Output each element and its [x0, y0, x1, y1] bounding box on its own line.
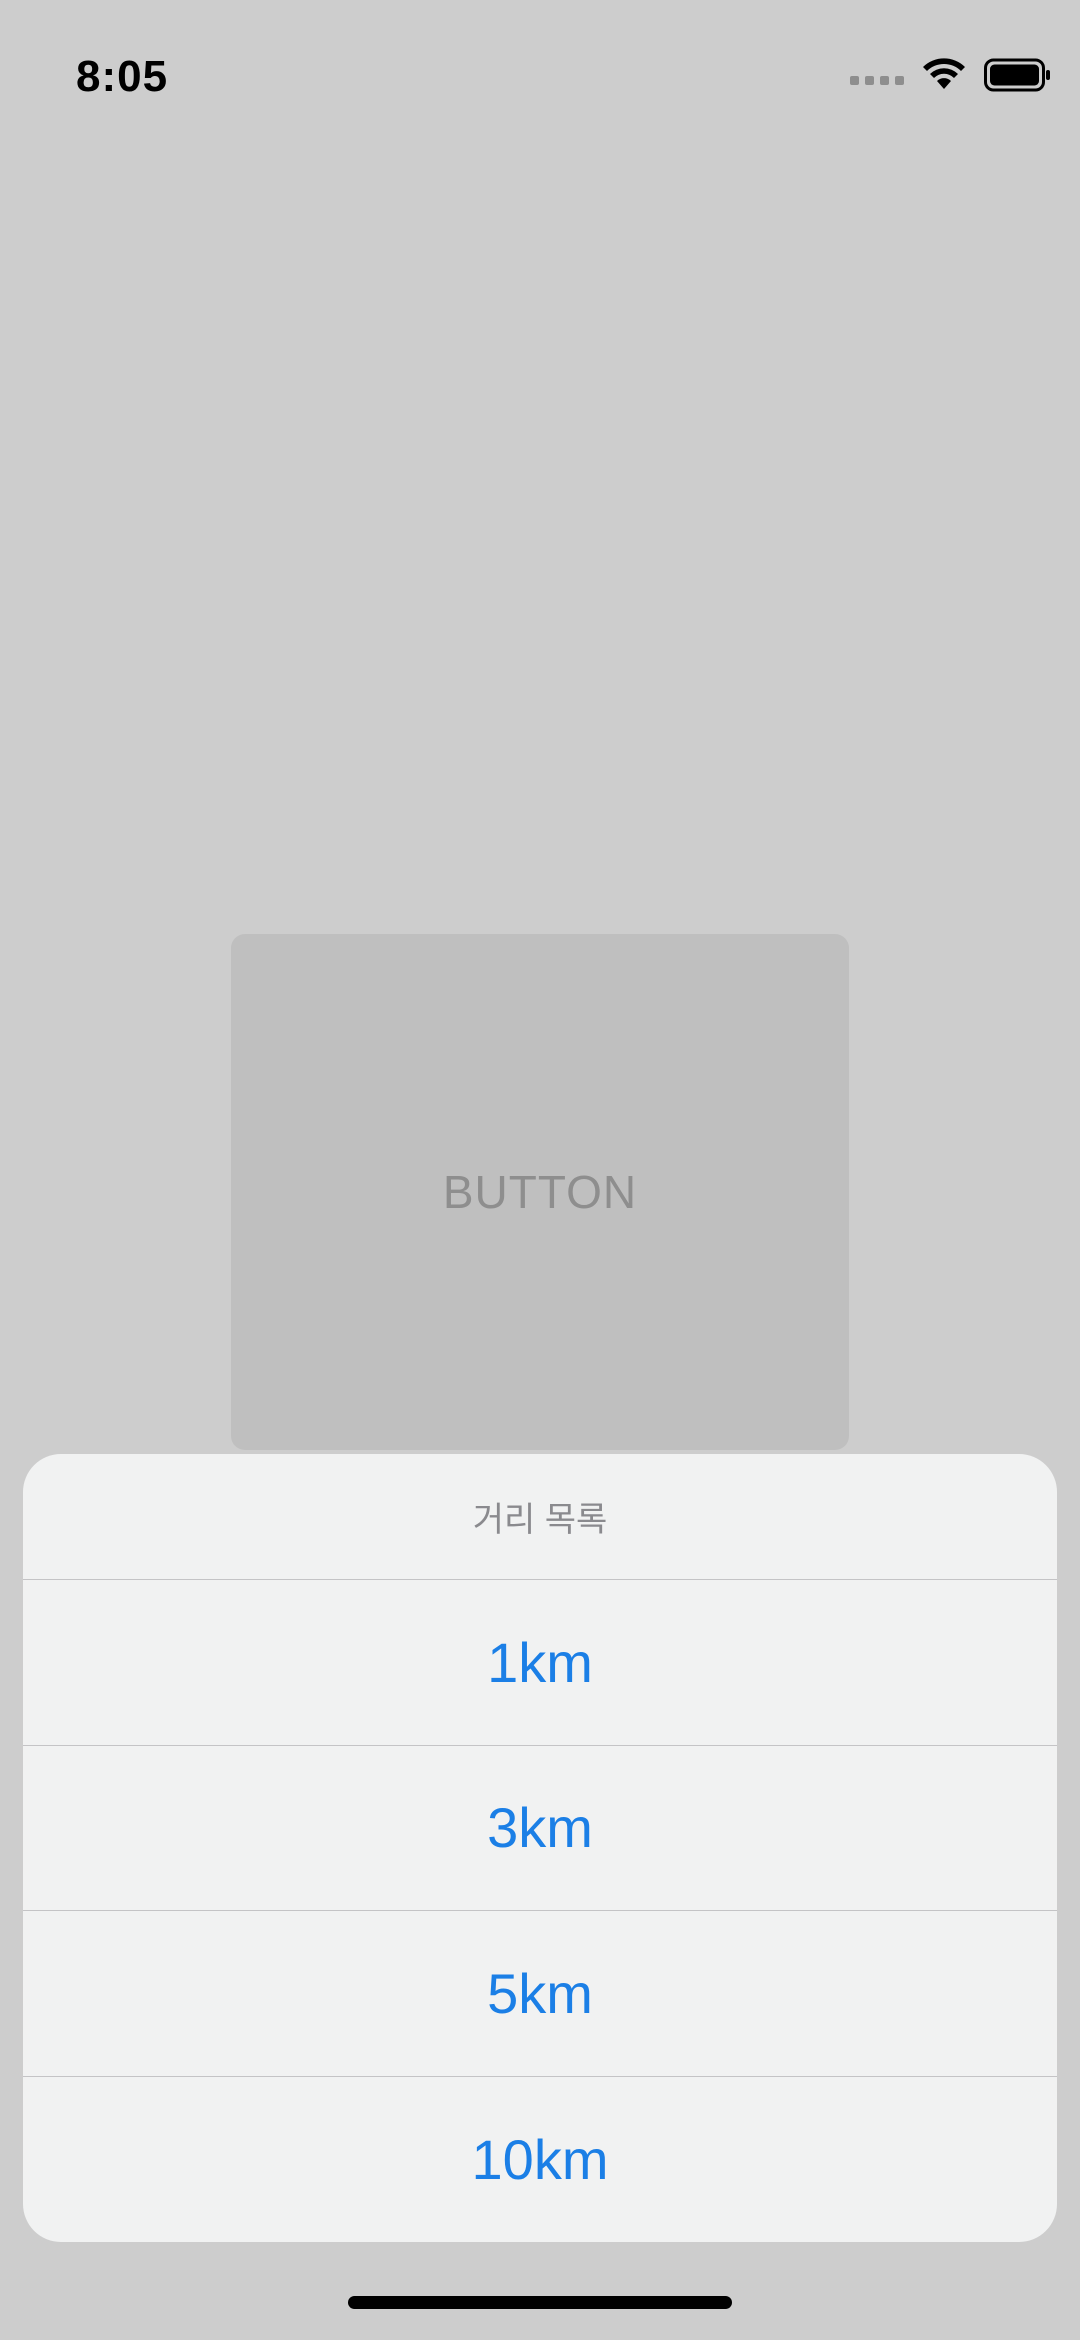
- option-3km[interactable]: 3km: [23, 1746, 1057, 1911]
- cellular-signal-icon: [850, 75, 904, 85]
- wifi-icon: [923, 58, 965, 89]
- home-indicator[interactable]: [348, 2296, 732, 2309]
- action-sheet-title: 거리 목록: [23, 1454, 1057, 1580]
- option-1km[interactable]: 1km: [23, 1580, 1057, 1746]
- status-bar: 8:05: [0, 0, 1080, 160]
- status-icons: [850, 58, 1052, 92]
- battery-icon: [984, 58, 1050, 92]
- option-5km[interactable]: 5km: [23, 1911, 1057, 2077]
- action-sheet: 거리 목록 1km 3km 5km 10km: [23, 1454, 1057, 2242]
- main-button[interactable]: BUTTON: [231, 934, 849, 1450]
- option-10km[interactable]: 10km: [23, 2077, 1057, 2243]
- status-time: 8:05: [76, 52, 169, 101]
